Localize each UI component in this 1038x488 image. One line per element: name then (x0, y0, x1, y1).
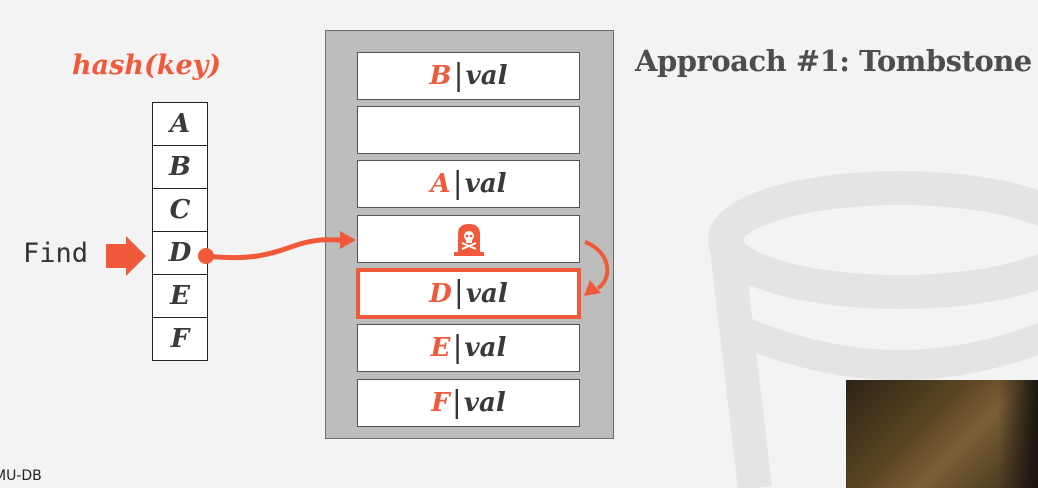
tombstone-icon (453, 224, 484, 256)
slot-key: A (430, 169, 451, 199)
slide-title: Approach #1: Tombstone (635, 44, 1032, 78)
slot-value: val (464, 169, 507, 199)
slot-2: A | val (357, 160, 580, 208)
slot-separator: | (453, 275, 464, 310)
slot-value: val (463, 388, 506, 418)
footer-logo-text: MU-DB (0, 468, 42, 484)
slot-separator: | (453, 57, 464, 93)
slot-1-empty (357, 106, 580, 154)
slot-value: val (465, 61, 508, 91)
slot-key: F (431, 388, 450, 418)
slot-separator: | (451, 384, 462, 420)
slot-separator: | (452, 329, 463, 365)
key-cell-f: F (152, 317, 208, 361)
slot-key: D (429, 278, 452, 309)
find-label: Find (23, 238, 89, 269)
slot-0: B | val (357, 52, 580, 100)
slot-value: val (464, 333, 507, 363)
key-cell-b: B (152, 145, 208, 188)
key-cell-e: E (152, 274, 208, 317)
speaker-video-thumbnail (846, 380, 1038, 488)
key-cell-d: D (152, 231, 208, 274)
slot-3-tombstone (357, 215, 580, 263)
key-cell-a: A (152, 102, 208, 145)
hash-function-label: hash(key) (72, 50, 222, 81)
slot-6: F | val (357, 379, 580, 427)
key-list: A B C D E F (152, 102, 208, 361)
slot-key: B (429, 61, 452, 91)
slot-4-highlighted: D | val (356, 268, 581, 319)
key-cell-c: C (152, 188, 208, 231)
slot-key: E (430, 333, 451, 363)
slot-separator: | (452, 165, 463, 201)
slot-value: val (465, 278, 508, 309)
slot-5: E | val (357, 324, 580, 372)
